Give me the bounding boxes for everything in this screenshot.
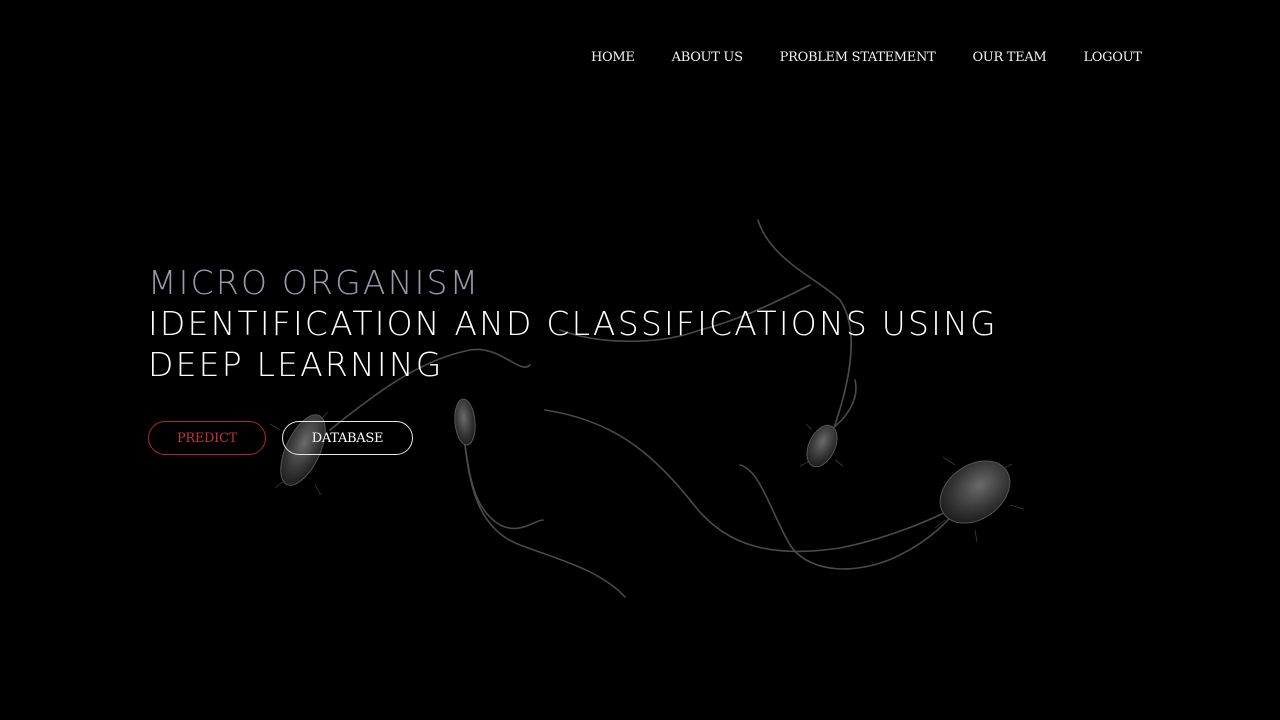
top-navigation: HOME ABOUT US PROBLEM STATEMENT OUR TEAM… (591, 49, 1142, 67)
landing-page: HOME ABOUT US PROBLEM STATEMENT OUR TEAM… (0, 0, 1280, 720)
hero-section: MICRO ORGANISM IDENTIFICATION AND CLASSI… (148, 263, 1148, 385)
nav-problem-statement-link[interactable]: PROBLEM STATEMENT (780, 49, 936, 67)
hero-title-line1: IDENTIFICATION AND CLASSIFICATIONS USING (148, 304, 998, 343)
nav-home-link[interactable]: HOME (591, 49, 635, 67)
hero-kicker: MICRO ORGANISM (148, 263, 481, 302)
database-button[interactable]: DATABASE (282, 421, 413, 455)
hero-buttons: PREDICT DATABASE (148, 421, 413, 455)
nav-our-team-link[interactable]: OUR TEAM (972, 49, 1046, 67)
nav-logout-link[interactable]: LOGOUT (1083, 49, 1141, 67)
predict-button[interactable]: PREDICT (148, 421, 266, 455)
hero-title-line2: DEEP LEARNING (148, 345, 444, 384)
nav-about-us-link[interactable]: ABOUT US (672, 49, 743, 67)
hero-title: IDENTIFICATION AND CLASSIFICATIONS USING… (148, 303, 1148, 385)
